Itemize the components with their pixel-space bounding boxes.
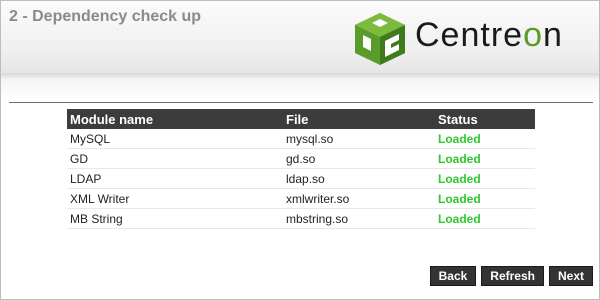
module-file: mbstring.so	[283, 208, 435, 229]
divider	[9, 102, 593, 103]
wizard-buttons: Back Refresh Next	[429, 266, 593, 286]
install-wizard-frame: 2 - Dependency check up Centreon Module …	[0, 0, 600, 300]
centreon-logo: Centreon	[351, 11, 591, 67]
table-row: LDAP ldap.so Loaded	[67, 168, 535, 189]
centreon-wordmark: Centreon	[415, 16, 563, 54]
table-row: XML Writer xmlwriter.so Loaded	[67, 188, 535, 209]
module-status: Loaded	[435, 168, 535, 189]
module-file: ldap.so	[283, 168, 435, 189]
step-title: 2 - Dependency check up	[9, 8, 202, 25]
column-header-module: Module name	[67, 109, 283, 129]
header-band	[1, 73, 599, 99]
table-row: GD gd.so Loaded	[67, 148, 535, 169]
module-file: mysql.so	[283, 129, 435, 149]
table-row: MB String mbstring.so Loaded	[67, 208, 535, 229]
centreon-cube-icon	[355, 13, 405, 65]
module-file: gd.so	[283, 148, 435, 169]
column-header-status: Status	[435, 109, 535, 129]
dependency-table: Module name File Status MySQL mysql.so L…	[67, 109, 535, 229]
module-name: XML Writer	[67, 188, 283, 209]
module-status: Loaded	[435, 208, 535, 229]
module-name: MB String	[67, 208, 283, 229]
module-name: GD	[67, 148, 283, 169]
next-button[interactable]: Next	[548, 266, 593, 286]
module-file: xmlwriter.so	[283, 188, 435, 209]
module-status: Loaded	[435, 188, 535, 209]
table-header-row: Module name File Status	[67, 109, 535, 129]
back-button[interactable]: Back	[429, 266, 477, 286]
column-header-file: File	[283, 109, 435, 129]
header: 2 - Dependency check up Centreon	[1, 1, 599, 73]
module-status: Loaded	[435, 129, 535, 149]
refresh-button[interactable]: Refresh	[481, 266, 544, 286]
module-name: LDAP	[67, 168, 283, 189]
module-name: MySQL	[67, 129, 283, 149]
module-status: Loaded	[435, 148, 535, 169]
table-row: MySQL mysql.so Loaded	[67, 129, 535, 149]
